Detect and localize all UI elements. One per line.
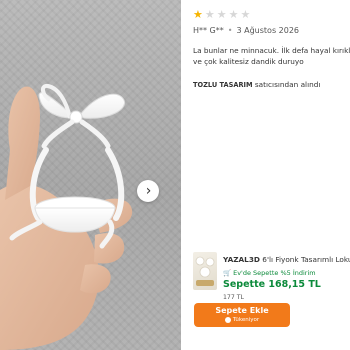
product-brand: YAZAL3D (223, 255, 260, 264)
review-text-line-2: ve çok kalitesiz dandik duruyo (193, 57, 304, 66)
reviewer-name: H** G** (193, 26, 224, 35)
review-text: La bunlar ne minnacuk. İlk defa hayal kı… (193, 45, 350, 67)
seller-info: TOZLU TASARIM satıcısından alındı (193, 80, 320, 89)
seller-name[interactable]: TOZLU TASARIM (193, 81, 253, 89)
promo-badge: 🛒 Ev'de Sepette %5 İndirim (223, 269, 316, 277)
seller-suffix: satıcısından alındı (254, 80, 321, 89)
review-date: 3 Ağustos 2026 (236, 26, 300, 35)
star-empty-icon: ★ (240, 8, 251, 21)
product-thumbnail[interactable] (193, 252, 217, 290)
review-photo: › (0, 0, 181, 350)
original-price: 177 TL (223, 294, 245, 301)
product-name: 6'lı Fiyonk Tasarımlı Lokum (262, 255, 350, 264)
next-image-button[interactable]: › (137, 180, 159, 202)
star-empty-icon: ★ (204, 8, 215, 21)
star-empty-icon: ★ (216, 8, 227, 21)
stock-status-text: Tükeniyor (232, 317, 260, 323)
review-panel: ★ ★ ★ ★ ★ H** G** • 3 Ağustos 2026 La bunl… (181, 0, 350, 350)
chevron-right-icon: › (145, 183, 152, 199)
clock-icon (224, 317, 231, 323)
cart-icon: 🛒 (223, 269, 232, 277)
star-filled-icon: ★ (193, 8, 203, 21)
rating-stars: ★ ★ ★ ★ ★ (193, 9, 250, 20)
product-card[interactable]: YAZAL3D 6'lı Fiyonk Tasarımlı Lokum 🛒 Ev'… (193, 252, 350, 302)
add-to-cart-button[interactable]: Sepete Ekle Tükeniyor (194, 303, 290, 327)
product-title[interactable]: YAZAL3D 6'lı Fiyonk Tasarımlı Lokum (223, 255, 350, 264)
stock-status: Tükeniyor (224, 316, 260, 324)
add-to-cart-label: Sepete Ekle (215, 306, 269, 315)
review-meta: H** G** • 3 Ağustos 2026 (193, 26, 300, 35)
hand-holding-bow-item-image (0, 83, 133, 350)
product-thumbnail-image (195, 256, 215, 286)
promo-text: Ev'de Sepette %5 İndirim (233, 269, 316, 277)
star-empty-icon: ★ (228, 8, 239, 21)
review-text-line-1: La bunlar ne minnacuk. İlk defa hayal kı… (193, 46, 350, 55)
basket-price: Sepette 168,15 TL (223, 279, 321, 290)
